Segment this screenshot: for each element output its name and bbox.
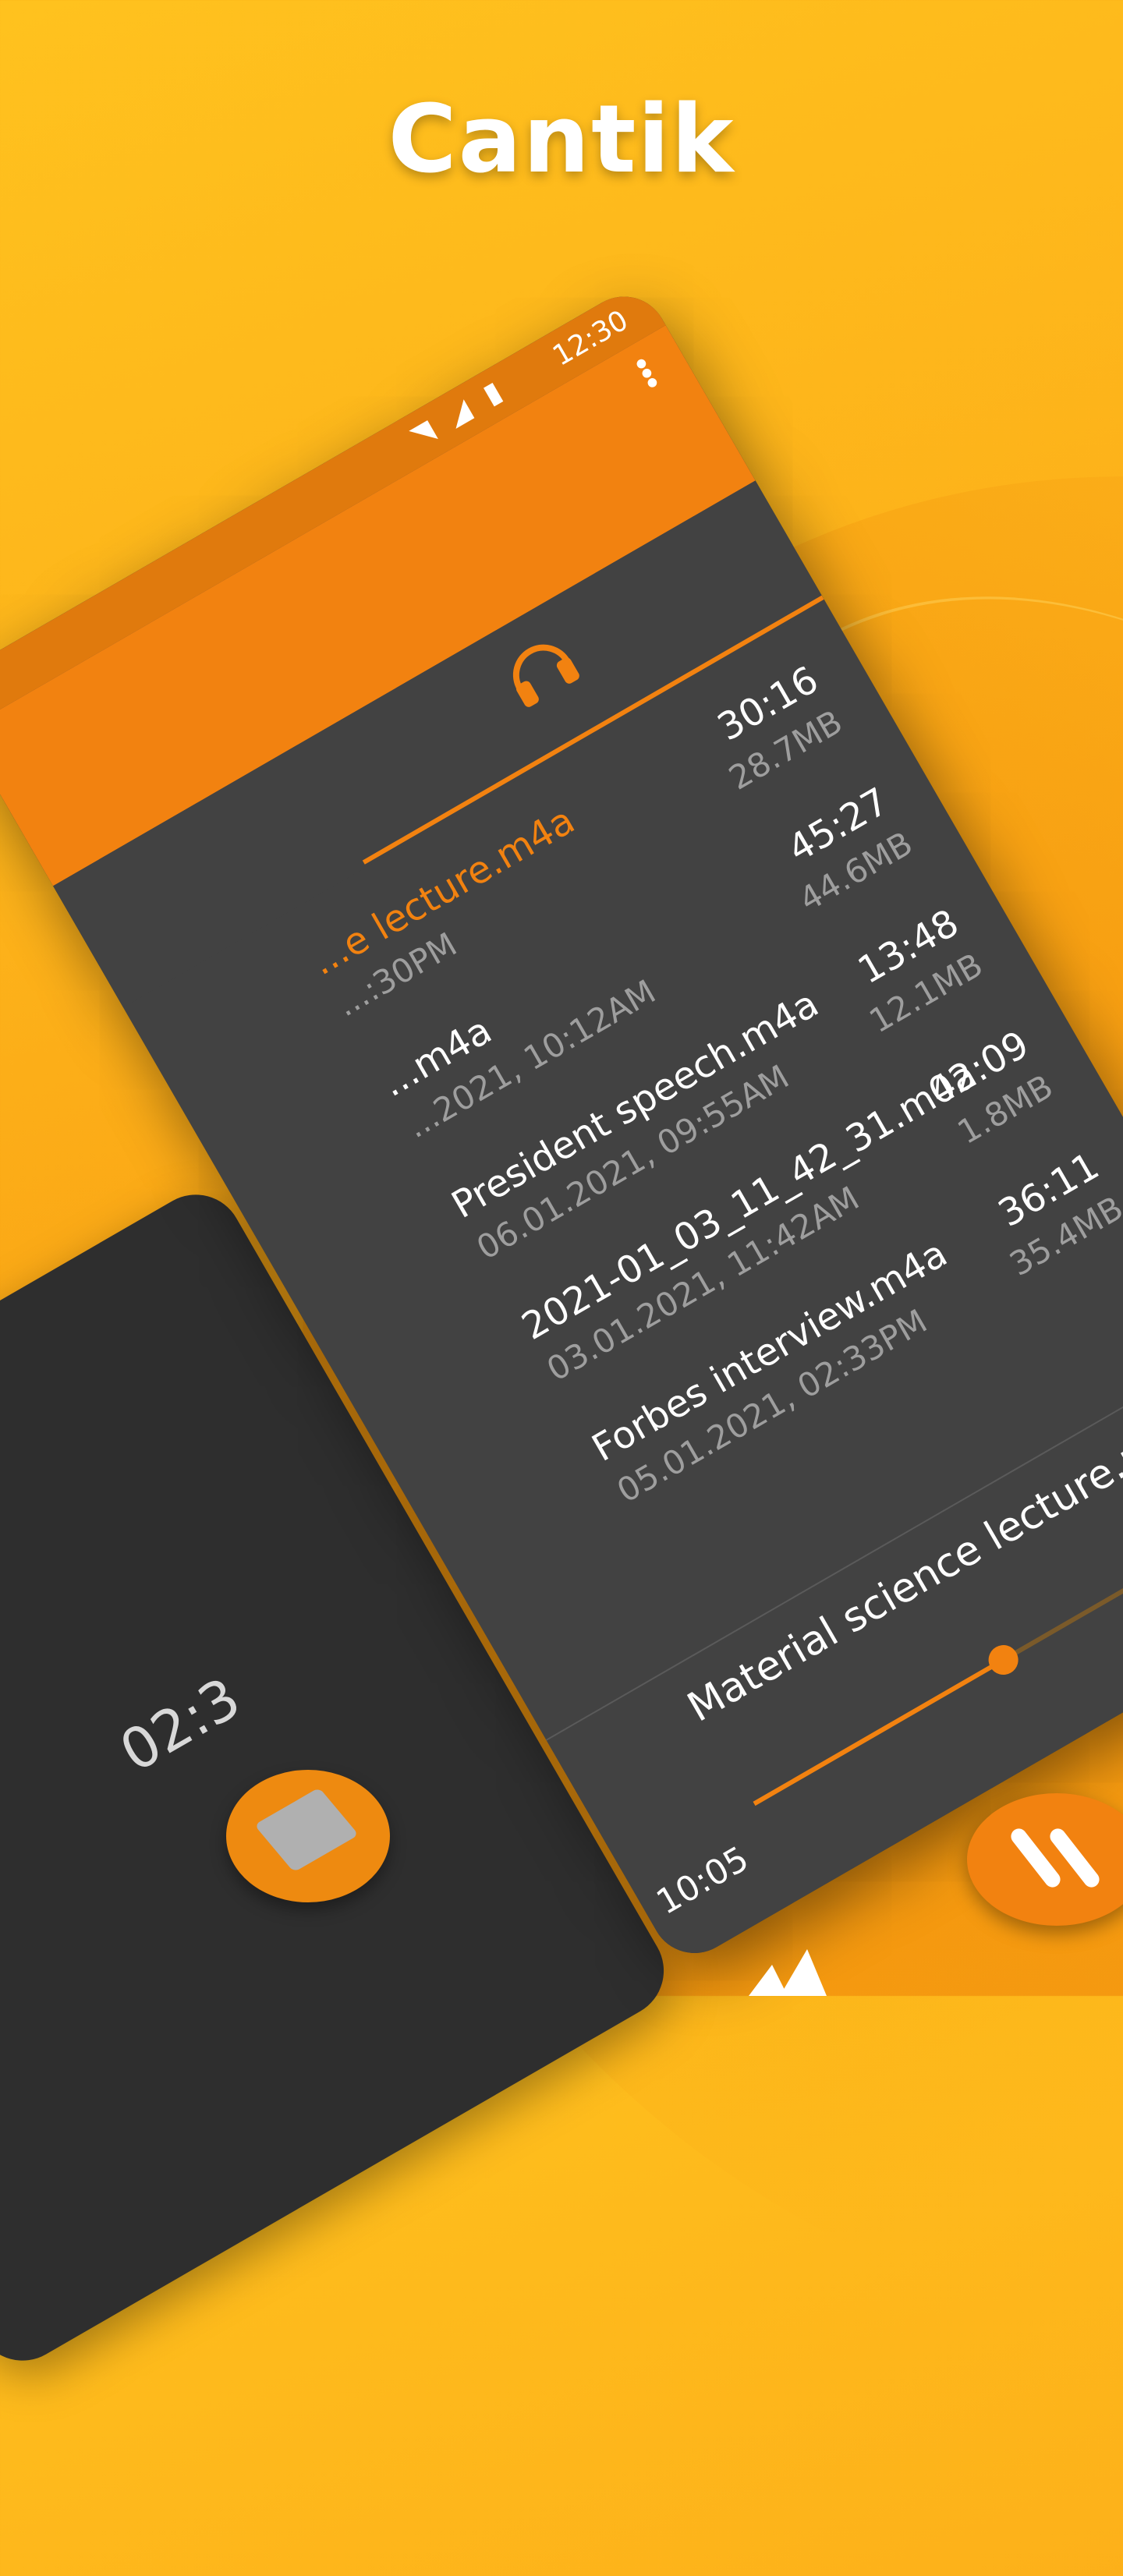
waveform-icon xyxy=(749,1949,827,1996)
page-headline: Cantik xyxy=(388,86,735,194)
stop-button[interactable] xyxy=(226,1770,390,1902)
more-options-icon[interactable]: • • • xyxy=(625,345,670,404)
stop-icon xyxy=(253,1787,360,1873)
seek-thumb[interactable] xyxy=(983,1640,1024,1680)
headphones-icon[interactable] xyxy=(487,615,593,722)
current-time: 10:05 xyxy=(650,1838,756,1923)
